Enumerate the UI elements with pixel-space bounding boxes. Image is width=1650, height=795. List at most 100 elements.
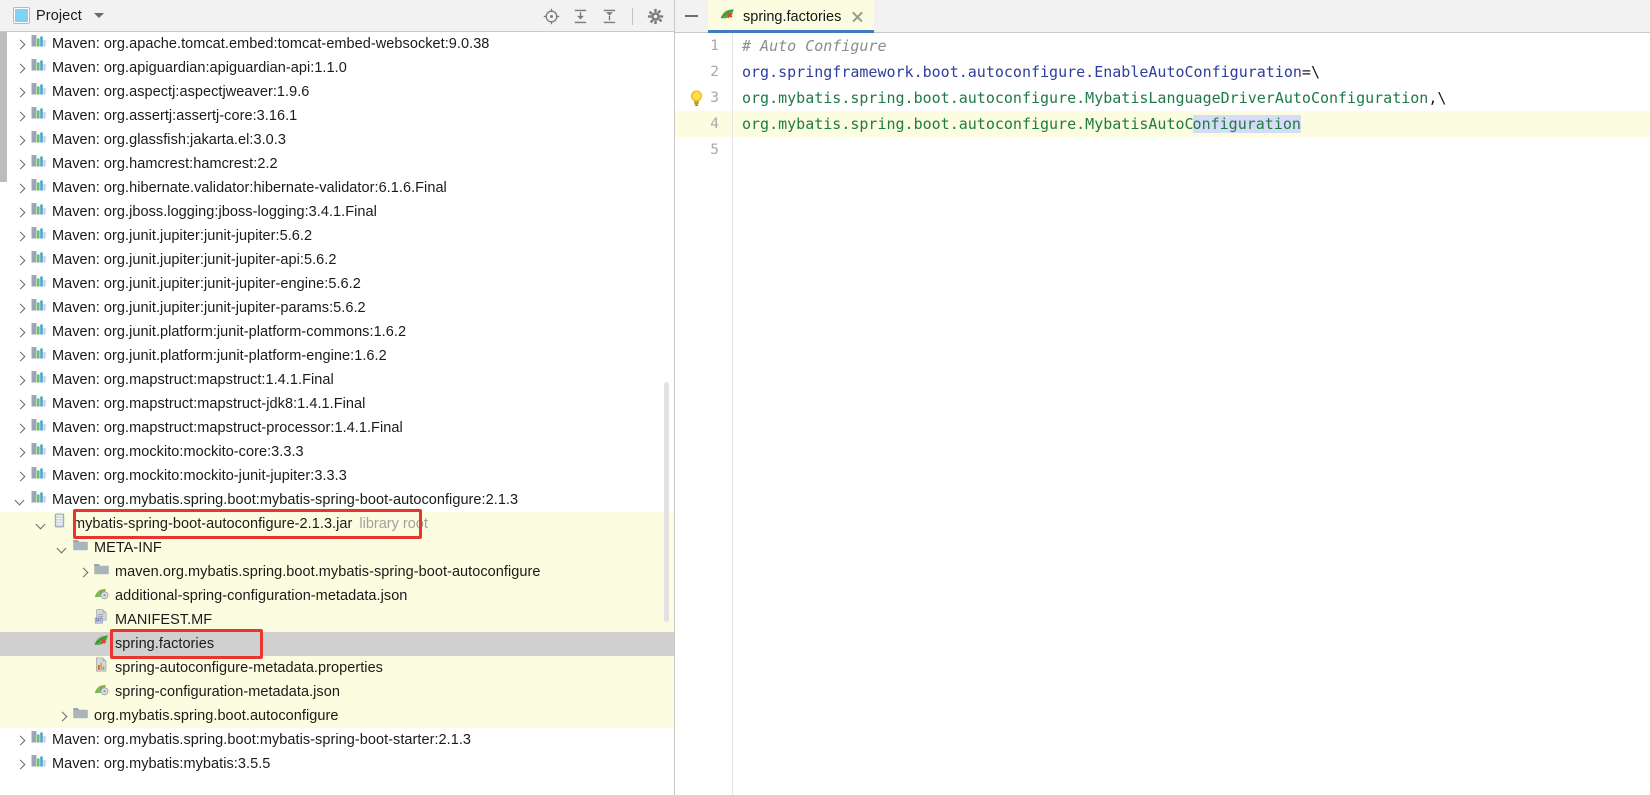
- tree-row-label: Maven: org.assertj:assertj-core:3.16.1: [52, 108, 298, 124]
- chevron-down-icon[interactable]: [56, 542, 69, 555]
- tree-row[interactable]: maven.org.mybatis.spring.boot.mybatis-sp…: [0, 560, 674, 584]
- maven-library-icon: [30, 392, 47, 417]
- chevron-right-icon[interactable]: [14, 350, 27, 363]
- tree-row[interactable]: Maven: org.mybatis.spring.boot:mybatis-s…: [0, 728, 674, 752]
- ide-window: Project Maven: org.apache.tomcat.embed:t…: [0, 0, 1650, 795]
- chevron-right-icon[interactable]: [14, 110, 27, 123]
- tree-row[interactable]: Maven: org.junit.platform:junit-platform…: [0, 344, 674, 368]
- tree-row[interactable]: Maven: org.junit.jupiter:junit-jupiter-e…: [0, 272, 674, 296]
- tree-row[interactable]: Maven: org.assertj:assertj-core:3.16.1: [0, 104, 674, 128]
- editor-line[interactable]: org.mybatis.spring.boot.autoconfigure.My…: [734, 111, 1650, 137]
- chevron-right-icon[interactable]: [14, 302, 27, 315]
- chevron-right-icon[interactable]: [14, 734, 27, 747]
- chevron-right-icon[interactable]: [14, 254, 27, 267]
- tree-row[interactable]: Maven: org.junit.platform:junit-platform…: [0, 320, 674, 344]
- code-token: org.mybatis.spring.boot.autoconfigure.My…: [742, 115, 1194, 133]
- tree-row[interactable]: Maven: org.mybatis:mybatis:3.5.5: [0, 752, 674, 776]
- tree-row-label: spring.factories: [115, 636, 215, 652]
- tree-row[interactable]: spring.factories: [0, 632, 674, 656]
- chevron-right-icon[interactable]: [14, 182, 27, 195]
- tree-row[interactable]: Maven: org.junit.jupiter:junit-jupiter-p…: [0, 296, 674, 320]
- tree-scrollbar-thumb[interactable]: [664, 382, 669, 622]
- tree-row[interactable]: Maven: org.aspectj:aspectjweaver:1.9.6: [0, 80, 674, 104]
- chevron-down-icon[interactable]: [93, 13, 104, 18]
- tree-row[interactable]: Maven: org.mapstruct:mapstruct:1.4.1.Fin…: [0, 368, 674, 392]
- maven-library-icon: [30, 440, 47, 465]
- chevron-right-icon[interactable]: [14, 422, 27, 435]
- project-tree: Maven: org.apache.tomcat.embed:tomcat-em…: [0, 32, 674, 776]
- chevron-right-icon[interactable]: [56, 710, 69, 723]
- tree-row[interactable]: Maven: org.mockito:mockito-junit-jupiter…: [0, 464, 674, 488]
- chevron-right-icon[interactable]: [14, 62, 27, 75]
- minimize-icon[interactable]: [675, 0, 708, 32]
- tree-left-scrollbar[interactable]: [0, 32, 7, 795]
- tree-row[interactable]: Maven: org.glassfish:jakarta.el:3.0.3: [0, 128, 674, 152]
- collapse-all-icon[interactable]: [601, 8, 618, 25]
- tree-row[interactable]: Maven: org.apache.tomcat.embed:tomcat-em…: [0, 32, 674, 56]
- tree-row[interactable]: Maven: org.apiguardian:apiguardian-api:1…: [0, 56, 674, 80]
- tree-row[interactable]: Maven: org.junit.jupiter:junit-jupiter-a…: [0, 248, 674, 272]
- chevron-right-icon[interactable]: [14, 470, 27, 483]
- tree-vertical-scrollbar[interactable]: [664, 382, 669, 622]
- project-tool-selector[interactable]: Project: [13, 7, 104, 24]
- tree-row[interactable]: Maven: org.jboss.logging:jboss-logging:3…: [0, 200, 674, 224]
- tree-row-label: Maven: org.mockito:mockito-junit-jupiter…: [52, 468, 347, 484]
- code-editor[interactable]: 12345 # Auto Configure org.springframewor…: [675, 33, 1650, 795]
- editor-line[interactable]: org.mybatis.spring.boot.autoconfigure.My…: [734, 85, 1650, 111]
- chevron-right-icon[interactable]: [77, 566, 90, 579]
- chevron-right-icon[interactable]: [14, 398, 27, 411]
- project-tree-scroll-area[interactable]: Maven: org.apache.tomcat.embed:tomcat-em…: [0, 32, 674, 795]
- close-icon[interactable]: [851, 10, 864, 23]
- tree-row-label: Maven: org.junit.jupiter:junit-jupiter-a…: [52, 252, 337, 268]
- maven-library-icon: [30, 176, 47, 201]
- chevron-right-icon[interactable]: [14, 374, 27, 387]
- maven-library-icon: [30, 728, 47, 753]
- tree-row[interactable]: mybatis-spring-boot-autoconfigure-2.1.3.…: [0, 512, 674, 536]
- tree-row[interactable]: spring-configuration-metadata.json: [0, 680, 674, 704]
- editor-line[interactable]: # Auto Configure: [734, 33, 1650, 59]
- tree-row[interactable]: Maven: org.hamcrest:hamcrest:2.2: [0, 152, 674, 176]
- chevron-down-icon[interactable]: [35, 518, 48, 531]
- chevron-right-icon[interactable]: [14, 86, 27, 99]
- tree-left-scrollbar-thumb[interactable]: [0, 32, 7, 182]
- chevron-right-icon[interactable]: [14, 158, 27, 171]
- chevron-right-icon[interactable]: [14, 206, 27, 219]
- tree-row[interactable]: Maven: org.junit.jupiter:junit-jupiter:5…: [0, 224, 674, 248]
- chevron-right-icon[interactable]: [14, 230, 27, 243]
- chevron-right-icon[interactable]: [14, 326, 27, 339]
- expand-all-icon[interactable]: [572, 8, 589, 25]
- tree-row[interactable]: Maven: org.mapstruct:mapstruct-jdk8:1.4.…: [0, 392, 674, 416]
- tree-row[interactable]: org.mybatis.spring.boot.autoconfigure: [0, 704, 674, 728]
- chevron-right-icon[interactable]: [14, 446, 27, 459]
- editor-line[interactable]: [734, 137, 1650, 163]
- editor-line[interactable]: org.springframework.boot.autoconfigure.E…: [734, 59, 1650, 85]
- tree-row[interactable]: Maven: org.mybatis.spring.boot:mybatis-s…: [0, 488, 674, 512]
- chevron-right-icon[interactable]: [14, 278, 27, 291]
- chevron-right-icon[interactable]: [14, 758, 27, 771]
- chevron-down-icon[interactable]: [14, 494, 27, 507]
- tree-row[interactable]: spring-autoconfigure-metadata.properties: [0, 656, 674, 680]
- tree-row-label: Maven: org.junit.jupiter:junit-jupiter-p…: [52, 300, 366, 316]
- tree-row[interactable]: Maven: org.mapstruct:mapstruct-processor…: [0, 416, 674, 440]
- tree-row[interactable]: additional-spring-configuration-metadata…: [0, 584, 674, 608]
- editor-gutter[interactable]: 12345: [675, 33, 733, 795]
- tree-row[interactable]: META-INF: [0, 536, 674, 560]
- locate-icon[interactable]: [543, 8, 560, 25]
- editor-area: spring.factories 12345 # Auto Configure o…: [675, 0, 1650, 795]
- chevron-right-icon[interactable]: [14, 38, 27, 51]
- editor-tab-spring-factories[interactable]: spring.factories: [708, 0, 875, 33]
- chevron-right-icon[interactable]: [14, 134, 27, 147]
- tree-row[interactable]: Maven: org.mockito:mockito-core:3.3.3: [0, 440, 674, 464]
- gear-icon[interactable]: [647, 8, 664, 25]
- gutter-line-number: 4: [675, 111, 732, 137]
- code-token: # Auto Configure: [742, 37, 887, 55]
- lightbulb-icon[interactable]: [689, 89, 704, 107]
- tree-row[interactable]: Maven: org.hibernate.validator:hibernate…: [0, 176, 674, 200]
- editor-code-area[interactable]: # Auto Configure org.springframework.boot…: [734, 33, 1650, 795]
- maven-library-icon: [30, 464, 47, 489]
- tree-row-label: Maven: org.junit.platform:junit-platform…: [52, 348, 387, 364]
- tree-row[interactable]: MF MANIFEST.MF: [0, 608, 674, 632]
